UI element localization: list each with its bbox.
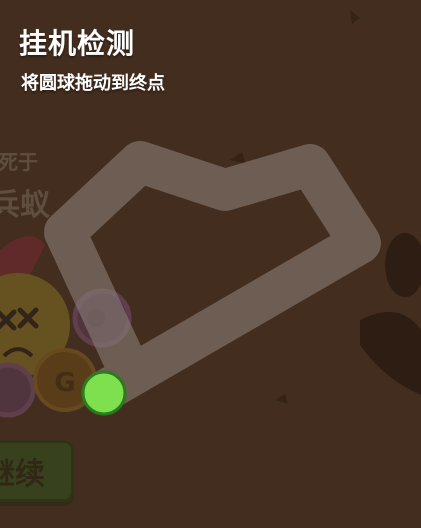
dialog-title: 挂机检测 — [19, 27, 136, 60]
dialog-subtitle: 将圆球拖动到终点 — [21, 73, 165, 94]
drag-ball[interactable] — [81, 370, 127, 416]
game-stage: G 死于 兵蚁 继续 挂机检测 将圆球拖动到终点 — [0, 0, 421, 528]
